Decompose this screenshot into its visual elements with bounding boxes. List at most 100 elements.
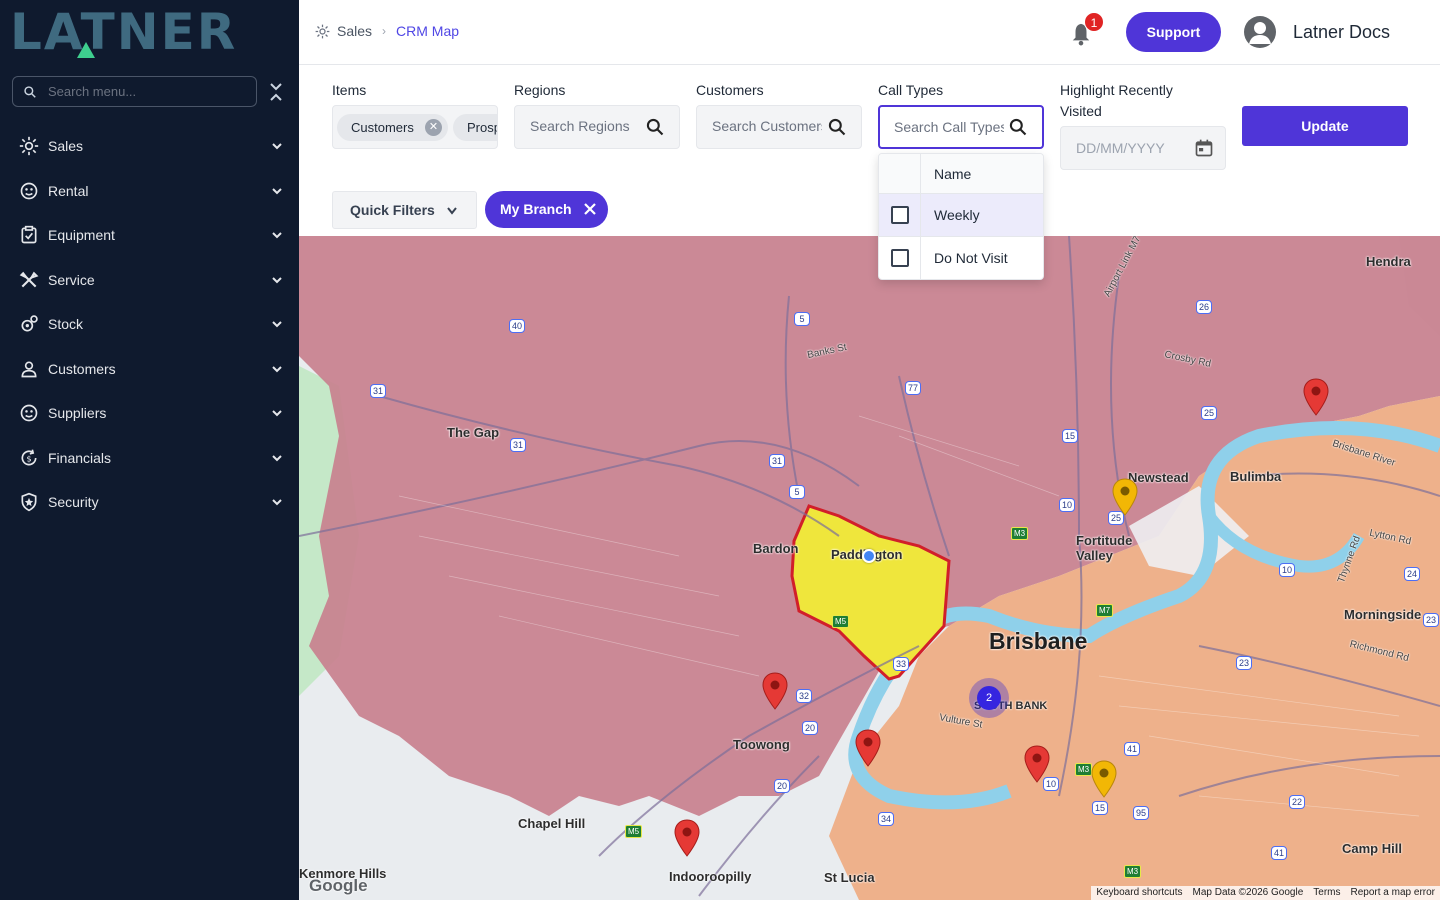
breadcrumb: Sales › CRM Map bbox=[315, 23, 459, 39]
sidebar: LATNER Sales Rental Equipment Service bbox=[0, 0, 299, 900]
regions-field[interactable] bbox=[514, 105, 680, 149]
map-attribution: Keyboard shortcuts Map Data ©2026 Google… bbox=[1091, 886, 1440, 900]
crm-map[interactable]: Brisbane The Gap Bardon Paddington Toowo… bbox=[299, 236, 1440, 900]
sales-icon bbox=[315, 24, 330, 38]
route-shield: 40 bbox=[509, 319, 526, 333]
map-label-toowong: Toowong bbox=[733, 737, 790, 752]
motorway-shield: M5 bbox=[625, 825, 643, 838]
sidebar-item-rental[interactable]: Rental bbox=[0, 169, 299, 214]
notification-badge: 1 bbox=[1084, 12, 1104, 32]
chevron-down-icon bbox=[272, 321, 282, 328]
date-input[interactable] bbox=[1076, 140, 1186, 156]
remove-chip-icon[interactable]: ✕ bbox=[425, 119, 442, 136]
user-name[interactable]: Latner Docs bbox=[1293, 22, 1390, 43]
sidebar-item-suppliers[interactable]: Suppliers bbox=[0, 391, 299, 436]
call-type-option-weekly[interactable]: Weekly bbox=[879, 194, 1043, 237]
map-label-fortitude-valley: Fortitude Valley bbox=[1076, 533, 1133, 563]
breadcrumb-sales[interactable]: Sales bbox=[337, 23, 372, 39]
sidebar-nav: Sales Rental Equipment Service Stock Cus… bbox=[0, 124, 299, 525]
my-branch-chip[interactable]: My Branch bbox=[485, 191, 608, 228]
calendar-icon[interactable] bbox=[1194, 138, 1214, 158]
support-button[interactable]: Support bbox=[1126, 12, 1221, 52]
route-shield: 10 bbox=[1279, 563, 1296, 577]
customers-search-input[interactable] bbox=[712, 118, 822, 134]
regions-label: Regions bbox=[514, 82, 566, 98]
route-shield: 31 bbox=[510, 438, 527, 452]
map-marker-cluster[interactable]: 2 bbox=[969, 678, 1009, 718]
service-icon bbox=[19, 270, 39, 290]
route-shield: 41 bbox=[1124, 742, 1141, 756]
map-label-chapel-hill: Chapel Hill bbox=[518, 816, 586, 831]
sidebar-item-label: Security bbox=[48, 494, 99, 511]
current-location-dot bbox=[862, 549, 876, 563]
svg-text:$: $ bbox=[26, 453, 31, 463]
map-pin-yellow[interactable] bbox=[1091, 760, 1117, 798]
sidebar-item-equipment[interactable]: Equipment bbox=[0, 213, 299, 258]
chip-label: Customers bbox=[351, 120, 414, 135]
items-field[interactable]: Customers ✕ Prospects bbox=[332, 105, 498, 149]
call-types-label: Call Types bbox=[878, 82, 944, 98]
route-shield: 77 bbox=[905, 381, 922, 395]
stock-icon bbox=[19, 314, 39, 334]
terms-link[interactable]: Terms bbox=[1308, 886, 1345, 900]
route-shield: 15 bbox=[1092, 801, 1109, 815]
map-pin-red[interactable] bbox=[762, 672, 788, 710]
checkbox[interactable] bbox=[891, 206, 909, 224]
items-chip-customers[interactable]: Customers ✕ bbox=[337, 114, 448, 141]
route-shield: 23 bbox=[1236, 656, 1253, 670]
chevron-down-icon bbox=[272, 187, 282, 194]
select-column bbox=[879, 154, 921, 194]
map-pin-yellow[interactable] bbox=[1112, 478, 1138, 516]
visited-date-field[interactable] bbox=[1060, 126, 1226, 170]
chevron-down-icon bbox=[272, 499, 282, 506]
update-button[interactable]: Update bbox=[1242, 106, 1408, 146]
route-shield: 5 bbox=[794, 312, 810, 326]
sidebar-item-label: Suppliers bbox=[48, 405, 107, 422]
customers-field[interactable] bbox=[696, 105, 862, 149]
highlight-visited-label: Highlight Recently Visited bbox=[1060, 82, 1173, 119]
report-error-link[interactable]: Report a map error bbox=[1346, 886, 1440, 900]
sidebar-search-input[interactable] bbox=[48, 84, 238, 99]
map-data-text: Map Data ©2026 Google bbox=[1192, 887, 1304, 898]
items-chip-prospects[interactable]: Prospects bbox=[453, 114, 497, 141]
close-icon[interactable] bbox=[583, 202, 597, 216]
keyboard-shortcuts-link[interactable]: Keyboard shortcuts bbox=[1091, 886, 1187, 900]
logo-wordmark: LATNER bbox=[10, 3, 238, 61]
sidebar-item-sales[interactable]: Sales bbox=[0, 124, 299, 169]
google-logo[interactable]: Google bbox=[309, 876, 368, 896]
option-label: Do Not Visit bbox=[934, 250, 1008, 266]
call-types-field[interactable] bbox=[878, 105, 1044, 149]
quick-filters-button[interactable]: Quick Filters bbox=[332, 191, 477, 229]
map-pin-red[interactable] bbox=[1303, 378, 1329, 416]
motorway-shield: M5 bbox=[832, 615, 850, 628]
sidebar-search[interactable] bbox=[12, 76, 257, 107]
search-icon bbox=[828, 118, 846, 136]
sidebar-item-financials[interactable]: $ Financials bbox=[0, 436, 299, 481]
latner-logo[interactable]: LATNER bbox=[10, 4, 282, 60]
map-pin-red[interactable] bbox=[1024, 745, 1050, 783]
option-label: Weekly bbox=[934, 207, 980, 223]
call-type-option-do-not-visit[interactable]: Do Not Visit bbox=[879, 237, 1043, 279]
filter-panel: Items Customers ✕ Prospects Regions Cust… bbox=[299, 65, 1440, 236]
chevron-down-icon bbox=[272, 410, 282, 417]
checkbox[interactable] bbox=[891, 249, 909, 267]
customers-icon bbox=[19, 359, 39, 379]
sidebar-item-stock[interactable]: Stock bbox=[0, 302, 299, 347]
route-shield: 22 bbox=[1289, 795, 1306, 809]
search-icon bbox=[646, 118, 664, 136]
breadcrumb-crm-map[interactable]: CRM Map bbox=[396, 23, 459, 39]
regions-search-input[interactable] bbox=[530, 118, 640, 134]
logo-triangle-icon bbox=[77, 42, 95, 58]
map-label-brisbane: Brisbane bbox=[989, 628, 1088, 654]
map-pin-red[interactable] bbox=[674, 819, 700, 857]
collapse-sidebar-icon[interactable] bbox=[268, 82, 284, 102]
financials-icon: $ bbox=[19, 448, 39, 468]
route-shield: 5 bbox=[789, 485, 805, 499]
sidebar-item-security[interactable]: Security bbox=[0, 480, 299, 525]
sidebar-item-customers[interactable]: Customers bbox=[0, 347, 299, 392]
call-types-search-input[interactable] bbox=[894, 119, 1004, 135]
sidebar-item-service[interactable]: Service bbox=[0, 258, 299, 303]
avatar[interactable] bbox=[1244, 16, 1276, 48]
route-shield: 20 bbox=[802, 721, 819, 735]
map-pin-red[interactable] bbox=[855, 729, 881, 767]
